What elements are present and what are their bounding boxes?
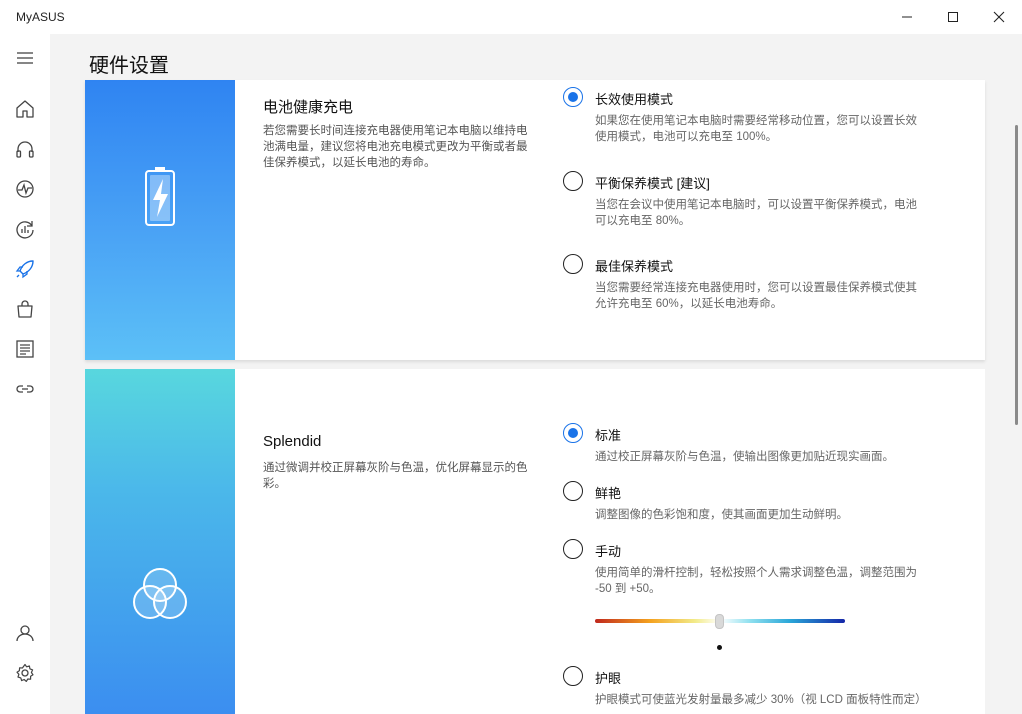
battery-charging-icon (145, 167, 175, 226)
option-label: 鲜艳 (595, 486, 622, 501)
option-description: 护眼模式可使蓝光发射量最多减少 30%（视 LCD 面板特性而定） (595, 694, 927, 706)
close-icon (993, 11, 1005, 23)
splendid-banner (85, 369, 235, 714)
option-label: 最佳保养模式 (595, 259, 674, 274)
menu-button[interactable] (13, 46, 37, 70)
splendid-section-description: 通过微调并校正屏幕灰阶与色温，优化屏幕显示的色彩。 (263, 462, 528, 490)
radio-eye-care[interactable] (563, 666, 583, 686)
sidebar-item-support[interactable] (13, 137, 37, 161)
sidebar-item-account[interactable] (13, 621, 37, 645)
color-circles-icon (133, 568, 187, 619)
vertical-scrollbar[interactable] (1015, 125, 1018, 425)
system-update-icon (16, 221, 34, 239)
sidebar-item-home[interactable] (13, 97, 37, 121)
rocket-icon (15, 260, 34, 279)
title-bar: MyASUS (0, 0, 1022, 34)
radio-balanced[interactable] (563, 171, 583, 191)
settings-gear-icon (16, 663, 34, 682)
sidebar-item-news[interactable] (13, 337, 37, 361)
minimize-icon (902, 16, 912, 18)
radio-manual[interactable] (563, 539, 583, 559)
home-icon (16, 100, 34, 118)
radio-max-lifespan[interactable] (563, 87, 583, 107)
slider-center-marker (717, 645, 722, 650)
option-label: 护眼 (595, 671, 622, 686)
link-icon (16, 385, 34, 393)
splendid-section-title: Splendid (263, 433, 322, 450)
option-description: 调整图像的色彩饱和度，使其画面更加生动鲜明。 (595, 509, 848, 521)
radio-full-care[interactable] (563, 254, 583, 274)
battery-health-card: 电池健康充电 若您需要长时间连接充电器使用笔记本电脑以维持电池满电量，建议您将电… (85, 80, 985, 360)
app-title: MyASUS (16, 10, 65, 24)
news-icon (16, 340, 34, 358)
option-description: 通过校正屏幕灰阶与色温，使输出图像更加贴近现实画面。 (595, 451, 894, 463)
battery-banner (85, 80, 235, 360)
option-label: 长效使用模式 (595, 92, 674, 107)
option-description: 当您需要经常连接充电器使用时，您可以设置最佳保养模式使其允许充电至 60%，以延… (595, 282, 917, 310)
sidebar-item-customization[interactable] (13, 257, 37, 281)
close-button[interactable] (976, 0, 1022, 34)
radio-vivid[interactable] (563, 481, 583, 501)
color-temperature-slider-thumb[interactable] (715, 614, 724, 629)
option-description: 如果您在使用笔记本电脑时需要经常移动位置，您可以设置长效使用模式，电池可以充电至… (595, 115, 917, 143)
user-icon (16, 625, 34, 642)
battery-section-title: 电池健康充电 (263, 99, 354, 116)
minimize-button[interactable] (884, 0, 930, 34)
menu-icon (17, 52, 33, 64)
maximize-icon (948, 12, 958, 22)
option-label: 标准 (595, 428, 622, 443)
splendid-card: Splendid 通过微调并校正屏幕灰阶与色温，优化屏幕显示的色彩。 标准 通过… (85, 369, 985, 714)
sidebar-item-settings[interactable] (13, 661, 37, 685)
option-label: 手动 (595, 544, 622, 559)
diagnostics-icon (16, 180, 34, 198)
maximize-button[interactable] (930, 0, 976, 34)
page-title: 硬件设置 (89, 55, 169, 77)
sidebar (0, 34, 50, 714)
sidebar-item-diagnostics[interactable] (13, 177, 37, 201)
option-description: 使用简单的滑杆控制，轻松按照个人需求调整色温，调整范围为 -50 到 +50。 (595, 567, 917, 595)
sidebar-item-system-update[interactable] (13, 217, 37, 241)
option-description: 当您在会议中使用笔记本电脑时，可以设置平衡保养模式，电池可以充电至 80%。 (595, 199, 917, 227)
battery-section-description: 若您需要长时间连接充电器使用笔记本电脑以维持电池满电量，建议您将电池充电模式更改… (263, 125, 528, 169)
main-content: 硬件设置 电池健康充电 若您需要长时间连接充电器使用笔记本电脑以维持电池满电量，… (50, 34, 1022, 714)
headset-icon (16, 141, 34, 158)
sidebar-item-link[interactable] (13, 377, 37, 401)
radio-normal[interactable] (563, 423, 583, 443)
sidebar-item-store[interactable] (13, 297, 37, 321)
store-bag-icon (17, 300, 33, 318)
option-label: 平衡保养模式 [建议] (595, 176, 710, 191)
